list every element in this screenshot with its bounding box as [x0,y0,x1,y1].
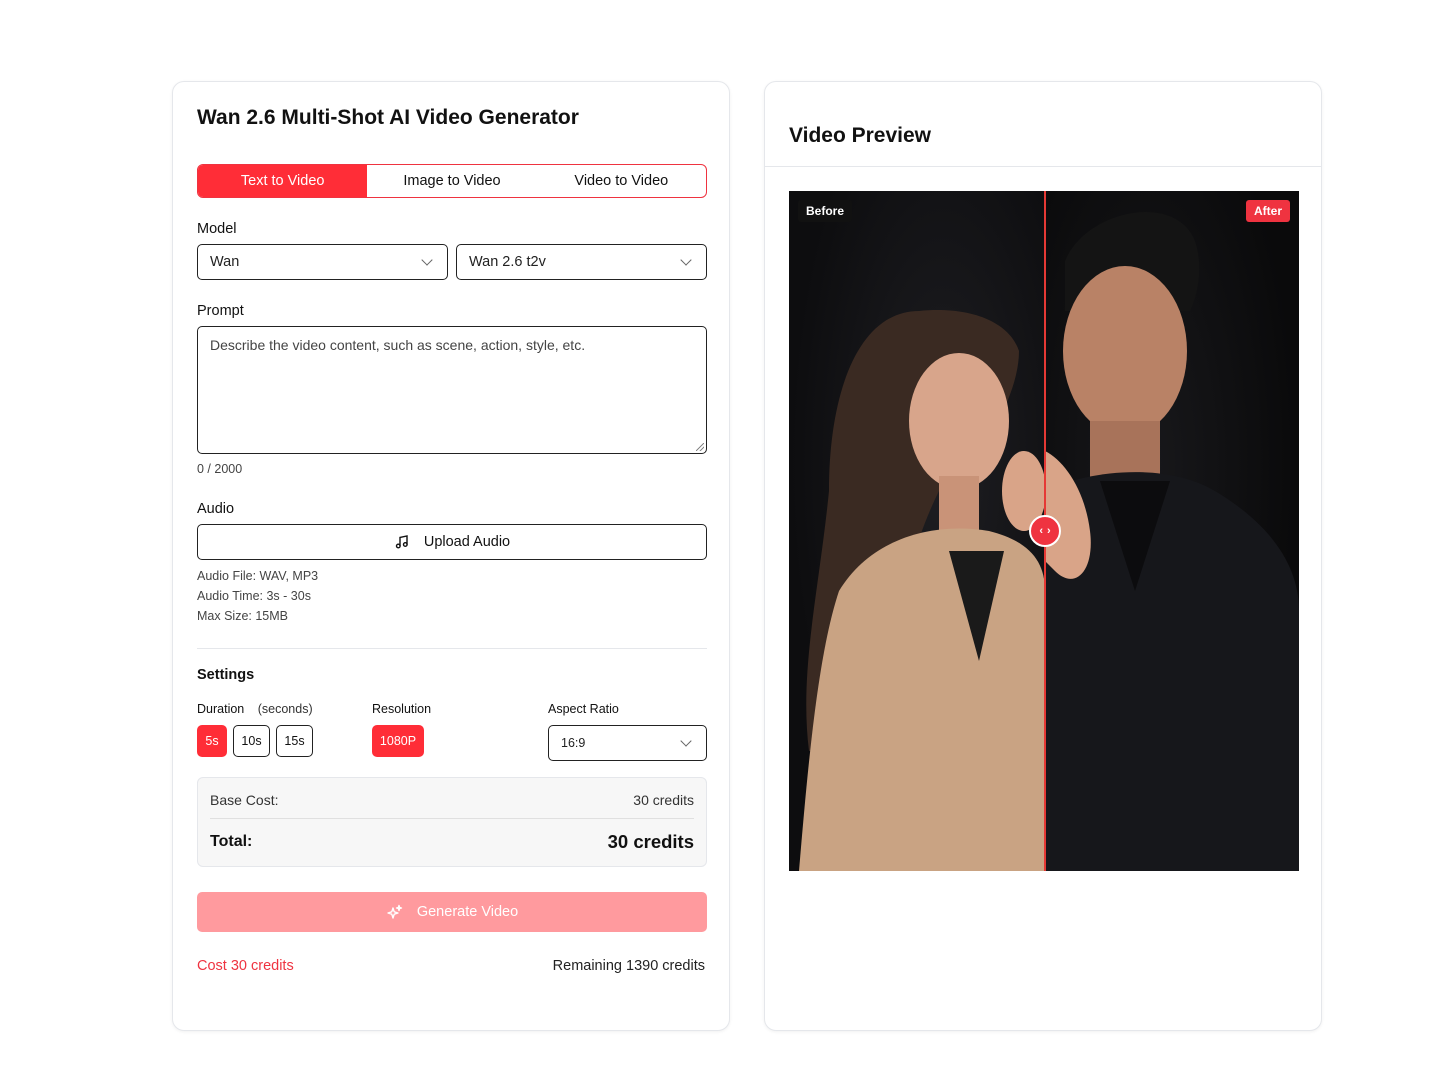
resize-handle-icon[interactable] [696,443,704,451]
chevron-down-icon [421,254,433,266]
preview-header-divider [765,166,1321,167]
duration-option-10s[interactable]: 10s [233,725,270,757]
audio-time-info: Audio Time: 3s - 30s [197,589,311,603]
resolution-option-1080p[interactable]: 1080P [372,725,424,757]
aspect-ratio-value: 16:9 [561,736,586,750]
duration-option-5s[interactable]: 5s [197,725,227,757]
duration-unit: (seconds) [257,702,313,716]
total-cost-label: Total: [210,833,253,850]
duration-label: Duration (seconds) [197,702,313,716]
chevron-down-icon [680,735,692,747]
upload-audio-label: Upload Audio [423,534,511,550]
model-provider-value: Wan [210,254,240,270]
base-cost-value: 30 credits [633,792,694,808]
duration-option-15s[interactable]: 15s [276,725,313,757]
prompt-label: Prompt [197,303,244,319]
before-after-comparison[interactable]: ‹ › Before After [789,191,1299,871]
generator-title: Wan 2.6 Multi-Shot AI Video Generator [197,106,579,129]
music-note-icon [395,535,408,549]
woman-portrait-illustration [799,310,1046,871]
after-badge: After [1245,200,1290,222]
man-portrait-illustration [1045,212,1299,871]
generate-video-label: Generate Video [416,904,519,920]
preview-title: Video Preview [789,124,932,147]
tab-video-to-video[interactable]: Video to Video [537,165,706,197]
chevron-down-icon [680,254,692,266]
total-cost-value: 30 credits [607,831,694,852]
model-version-value: Wan 2.6 t2v [469,254,546,270]
aspect-ratio-select[interactable]: 16:9 [548,725,707,761]
before-image [789,191,1046,871]
prompt-char-counter: 0 / 2000 [197,462,243,476]
audio-size-info: Max Size: 15MB [197,609,289,623]
after-image [1045,191,1299,871]
remaining-credits-text: Remaining 1390 credits [552,958,705,974]
tab-text-to-video[interactable]: Text to Video [198,165,368,197]
upload-audio-button[interactable]: Upload Audio [197,524,707,560]
chevron-right-icon: › [1047,525,1051,537]
before-badge: Before [798,200,853,222]
duration-label-text: Duration [197,702,245,716]
model-label: Model [197,221,237,237]
model-provider-select[interactable]: Wan [197,244,448,280]
audio-file-info: Audio File: WAV, MP3 [197,569,319,583]
generator-panel: Wan 2.6 Multi-Shot AI Video Generator Te… [172,81,730,1031]
prompt-textarea[interactable]: Describe the video content, such as scen… [197,326,707,454]
mode-tabs: Text to Video Image to Video Video to Vi… [197,164,707,198]
audio-label: Audio [197,501,235,517]
sparkles-icon [387,904,403,919]
settings-title: Settings [197,667,255,683]
cost-summary: Base Cost: 30 credits Total: 30 credits [197,777,707,867]
comparison-slider-handle[interactable]: ‹ › [1029,515,1061,547]
base-cost-label: Base Cost: [210,792,279,808]
tab-image-to-video[interactable]: Image to Video [367,165,536,197]
cost-divider [210,818,694,819]
preview-panel: Video Preview ‹ › Before After [764,81,1322,1031]
prompt-placeholder: Describe the video content, such as scen… [210,337,586,353]
model-version-select[interactable]: Wan 2.6 t2v [456,244,707,280]
resolution-label: Resolution [372,702,432,716]
cost-credits-text: Cost 30 credits [197,958,294,974]
chevron-left-icon: ‹ [1039,525,1043,537]
section-divider [197,648,707,649]
aspect-ratio-label: Aspect Ratio [548,702,619,716]
generate-video-button[interactable]: Generate Video [197,892,707,932]
